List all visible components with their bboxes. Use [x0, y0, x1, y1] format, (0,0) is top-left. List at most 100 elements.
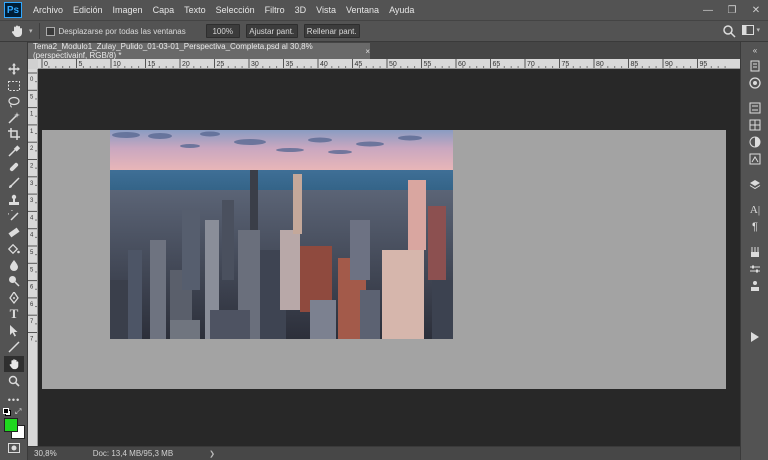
crop-tool-icon[interactable] — [4, 126, 24, 142]
history-panel-icon[interactable] — [745, 58, 765, 74]
eyedropper-tool-icon[interactable] — [4, 143, 24, 159]
eraser-tool-icon[interactable] — [4, 224, 24, 240]
lasso-tool-icon[interactable] — [4, 94, 24, 110]
zoom-level[interactable]: 30,8% — [34, 449, 57, 458]
ruler-label: 55 — [424, 61, 432, 68]
menu-capa[interactable]: Capa — [148, 0, 180, 20]
menu-vista[interactable]: Vista — [311, 0, 341, 20]
color-panel-icon[interactable] — [745, 75, 765, 91]
magic-wand-tool-icon[interactable] — [4, 110, 24, 126]
divider — [38, 23, 40, 39]
ruler-label: 70 — [527, 61, 535, 68]
ruler-label: 6 — [30, 302, 34, 308]
ruler-label: 4 — [30, 215, 34, 221]
workspace-switcher[interactable]: ▾ — [742, 25, 760, 35]
dodge-tool-icon[interactable] — [4, 273, 24, 289]
line-tool-icon[interactable] — [4, 339, 24, 355]
ruler-label: 1 — [30, 112, 34, 118]
restore-button[interactable]: ❐ — [720, 0, 744, 20]
paragraph-panel-icon[interactable]: ¶ — [745, 219, 765, 235]
ruler-label: 90 — [665, 61, 673, 68]
search-icon[interactable] — [722, 24, 736, 40]
move-tool-icon[interactable] — [4, 61, 24, 77]
menu-imagen[interactable]: Imagen — [108, 0, 148, 20]
ruler-label: 6 — [30, 285, 34, 291]
default-colors-icon[interactable] — [3, 408, 11, 416]
workspace-icon — [742, 25, 755, 35]
zoom-100-button[interactable]: 100% — [205, 24, 240, 38]
status-bar: 30,8% Doc: 13,4 MB/95,3 MB ❯ — [28, 446, 740, 460]
menu-edicion[interactable]: Edición — [68, 0, 108, 20]
close-window-button[interactable]: ✕ — [744, 0, 768, 20]
zoom-tool-icon[interactable] — [4, 373, 24, 389]
menu-archivo[interactable]: Archivo — [28, 0, 68, 20]
healing-brush-tool-icon[interactable] — [4, 159, 24, 175]
character-panel-icon[interactable]: A| — [745, 202, 765, 218]
photoshop-logo: Ps — [4, 2, 22, 18]
menu-bar: Ps Archivo Edición Imagen Capa Texto Sel… — [0, 0, 768, 20]
city-skyline-image — [110, 130, 453, 339]
ruler-label: 1 — [30, 129, 34, 135]
path-selection-tool-icon[interactable] — [4, 323, 24, 339]
layers-panel-icon[interactable] — [745, 177, 765, 193]
play-actions-icon[interactable] — [745, 329, 765, 345]
status-menu-arrow-icon[interactable]: ❯ — [209, 450, 215, 458]
history-brush-tool-icon[interactable] — [4, 208, 24, 224]
menu-filtro[interactable]: Filtro — [260, 0, 290, 20]
preset-dropdown-icon[interactable]: ▾ — [29, 27, 33, 35]
type-tool-icon[interactable]: T — [4, 306, 24, 322]
ruler-label: 95 — [700, 61, 708, 68]
document-tab-title: Tema2_Modulo1_Zulay_Pulido_01-03-01_Pers… — [33, 42, 313, 60]
clone-source-icon[interactable] — [745, 278, 765, 294]
marquee-tool-icon[interactable] — [4, 78, 24, 94]
ruler-label: 7 — [30, 337, 34, 343]
ruler-label: 25 — [217, 61, 225, 68]
minimize-button[interactable]: — — [696, 0, 720, 20]
hand-tool-preset-icon[interactable] — [6, 22, 28, 40]
ruler-label: 7 — [30, 319, 34, 325]
ruler-origin[interactable] — [28, 59, 38, 69]
collapse-panels-icon[interactable]: « — [745, 42, 765, 58]
styles-panel-icon[interactable] — [745, 134, 765, 150]
horizontal-ruler[interactable]: 0 5 10 15 20 25 30 35 40 45 50 55 60 65 70 75 80 85 90 95 — [38, 59, 740, 69]
adjustments-panel-icon[interactable] — [745, 117, 765, 133]
scroll-all-checkbox[interactable] — [45, 26, 55, 36]
brush-settings-icon[interactable] — [745, 261, 765, 277]
clone-stamp-tool-icon[interactable] — [4, 192, 24, 208]
options-bar: ▾ Desplazarse por todas las ventanas 100… — [0, 20, 768, 42]
pen-tool-icon[interactable] — [4, 290, 24, 306]
hand-tool-icon[interactable] — [4, 356, 24, 372]
properties-panel-icon[interactable] — [745, 100, 765, 116]
menu-ayuda[interactable]: Ayuda — [384, 0, 419, 20]
menu-seleccion[interactable]: Selección — [211, 0, 260, 20]
vertical-ruler[interactable]: 0 5 1 1 2 2 3 3 4 4 5 5 6 6 7 7 — [28, 69, 38, 446]
chevron-down-icon: ▾ — [756, 27, 760, 34]
menu-3d[interactable]: 3D — [290, 0, 312, 20]
ruler-label: 15 — [148, 61, 156, 68]
ruler-label: 0 — [44, 61, 48, 68]
ruler-label: 10 — [113, 61, 121, 68]
more-tools-icon[interactable]: ••• — [4, 392, 24, 408]
swatches-panel-icon[interactable] — [745, 151, 765, 167]
ruler-label: 3 — [30, 198, 34, 204]
menu-ventana[interactable]: Ventana — [341, 0, 384, 20]
scroll-all-label: Desplazarse por todas las ventanas — [58, 26, 186, 36]
document-tab-bar: Tema2_Modulo1_Zulay_Pulido_01-03-01_Pers… — [28, 42, 740, 60]
tools-panel: T ••• ⤢ — [0, 42, 28, 460]
document-tab[interactable]: Tema2_Modulo1_Zulay_Pulido_01-03-01_Pers… — [28, 42, 370, 60]
ruler-label: 2 — [30, 146, 34, 152]
swap-colors-icon[interactable]: ⤢ — [15, 407, 21, 417]
brush-tool-icon[interactable] — [4, 175, 24, 191]
horizontal-ruler-ticks: 0 5 10 15 20 25 30 35 40 45 50 55 60 65 70 75 80 85 90 95 — [41, 59, 726, 68]
menu-texto[interactable]: Texto — [179, 0, 211, 20]
brush-presets-icon[interactable] — [745, 244, 765, 260]
blur-tool-icon[interactable] — [4, 257, 24, 273]
fit-screen-button[interactable]: Ajustar pant. — [245, 24, 298, 38]
ruler-label: 45 — [355, 61, 363, 68]
foreground-color-swatch[interactable] — [4, 418, 18, 432]
fill-screen-button[interactable]: Rellenar pant. — [303, 24, 360, 38]
paint-bucket-tool-icon[interactable] — [4, 241, 24, 257]
ruler-label: 75 — [562, 61, 570, 68]
quick-mask-icon[interactable] — [4, 440, 24, 456]
close-tab-icon[interactable]: × — [365, 47, 370, 56]
